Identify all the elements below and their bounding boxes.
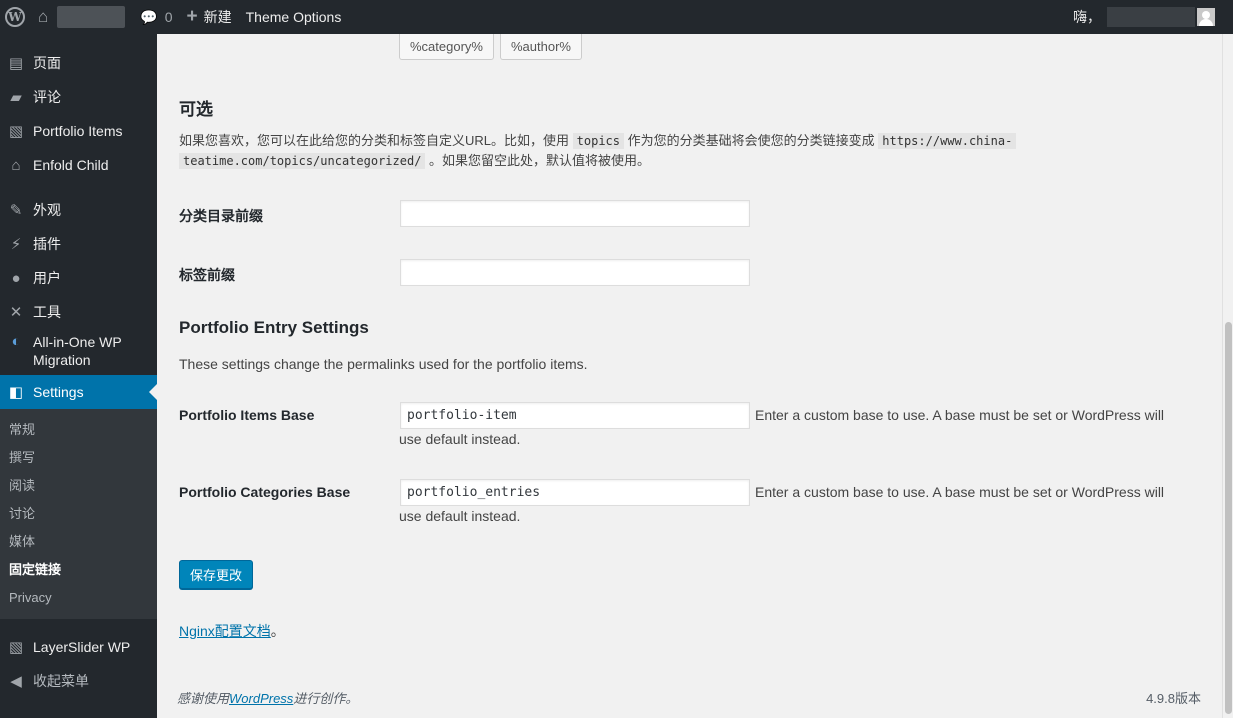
admin-bar: W ⌂ 💬 0 + 新建 Theme Options 嗨， (0, 0, 1233, 34)
sidebar-item-label: Settings (33, 384, 84, 400)
comment-icon: ▰ (10, 89, 22, 106)
sidebar-item-comments[interactable]: ▰ 评论 (0, 80, 157, 114)
sidebar-item-label: 用户 (33, 270, 61, 286)
sidebar-item-migration[interactable]: ◐ All-in-One WP Migration (0, 329, 157, 375)
sidebar-item-layerslider[interactable]: ▧ LayerSlider WP (0, 630, 157, 664)
sidebar-item-tools[interactable]: ✕ 工具 (0, 295, 157, 329)
submenu-discussion[interactable]: 讨论 (0, 500, 157, 528)
category-base-label: 分类目录前缀 (179, 208, 263, 224)
avatar (1197, 8, 1215, 26)
wordpress-logo-icon[interactable]: W (0, 0, 30, 34)
portfolio-heading: Portfolio Entry Settings (179, 318, 369, 337)
portfolio-categories-base-hint: Enter a custom base to use. A base must … (399, 484, 1165, 524)
user-account-menu[interactable]: 嗨， (1073, 0, 1233, 34)
save-changes-button[interactable]: 保存更改 (179, 560, 254, 589)
optional-heading: 可选 (179, 100, 213, 119)
wrench-icon: ✕ (9, 304, 23, 321)
theme-options-link[interactable]: Theme Options (239, 0, 349, 34)
collapse-label: 收起菜单 (33, 673, 89, 689)
tag-base-input[interactable] (400, 259, 750, 286)
collapse-arrow-icon: ◀ (10, 673, 22, 690)
nginx-suffix: 。 (270, 623, 285, 639)
desc-text: 如果您喜欢，您可以在此给您的分类和标签自定义URL。比如，使用 (179, 133, 570, 148)
footer-suffix: 进行创作。 (293, 691, 359, 706)
portfolio-items-base-label: Portfolio Items Base (179, 407, 315, 423)
sidebar-item-label: LayerSlider WP (33, 639, 131, 655)
comments-count: 0 (164, 9, 173, 25)
migration-icon: ◐ (11, 333, 21, 350)
plus-icon: + (186, 6, 198, 27)
page-icon: ▤ (8, 55, 24, 72)
settings-icon: ◧ (8, 384, 24, 401)
version-text: 4.9.8版本 (1146, 691, 1201, 706)
submenu-reading[interactable]: 阅读 (0, 472, 157, 500)
wordpress-link[interactable]: WordPress (229, 691, 293, 706)
admin-sidebar: ▤ 页面 ▰ 评论 ▧ Portfolio Items ⌂ Enfold Chi… (0, 34, 157, 718)
sidebar-item-users[interactable]: ● 用户 (0, 261, 157, 295)
scrollbar-thumb[interactable] (1225, 322, 1232, 714)
comments-link[interactable]: 💬 0 (133, 0, 179, 34)
sidebar-item-enfold-child[interactable]: ⌂ Enfold Child (0, 148, 157, 182)
plugin-icon: ⚡ (10, 236, 22, 253)
sidebar-item-label: 工具 (33, 304, 61, 320)
nginx-doc-link[interactable]: Nginx配置文档 (179, 623, 271, 639)
sidebar-item-plugins[interactable]: ⚡ 插件 (0, 227, 157, 261)
tag-base-label: 标签前缀 (179, 267, 235, 283)
brush-icon: ✎ (9, 202, 23, 219)
portfolio-categories-base-label: Portfolio Categories Base (179, 484, 351, 500)
code-example-url-cont: teatime.com/topics/uncategorized/ (179, 153, 426, 169)
submenu-writing[interactable]: 撰写 (0, 444, 157, 472)
nginx-doc-line: Nginx配置文档。 (179, 621, 285, 641)
sidebar-item-label: 页面 (33, 55, 61, 71)
submenu-privacy[interactable]: Privacy (0, 584, 157, 612)
sidebar-item-label: 评论 (33, 89, 61, 105)
sidebar-item-label: All-in-One WP Migration (33, 334, 122, 368)
portfolio-icon: ▧ (8, 123, 24, 140)
code-topics: topics (572, 133, 624, 149)
portfolio-description: These settings change the permalinks use… (179, 356, 588, 372)
optional-description: 如果您喜欢，您可以在此给您的分类和标签自定义URL。比如，使用 topics 作… (179, 131, 1039, 171)
sidebar-item-portfolio[interactable]: ▧ Portfolio Items (0, 114, 157, 148)
collapse-menu-button[interactable]: ◀ 收起菜单 (0, 664, 157, 698)
home-icon[interactable]: ⌂ (30, 0, 55, 34)
code-example-url: https://www.china- (878, 133, 1017, 149)
portfolio-items-base-hint: Enter a custom base to use. A base must … (399, 407, 1165, 447)
sidebar-item-label: 插件 (33, 236, 61, 252)
footer-prefix: 感谢使用 (177, 691, 230, 706)
tag-button-category[interactable]: %category% (399, 34, 494, 60)
sidebar-item-label: Enfold Child (33, 157, 109, 173)
category-base-input[interactable] (400, 200, 750, 227)
page-scrollbar[interactable] (1222, 34, 1233, 718)
submenu-permalinks[interactable]: 固定链接 (0, 556, 157, 584)
greeting: 嗨， (1073, 9, 1101, 25)
new-label: 新建 (203, 9, 232, 25)
site-name-redacted[interactable] (57, 6, 126, 28)
home-icon: ⌂ (11, 156, 21, 174)
sidebar-item-pages[interactable]: ▤ 页面 (0, 46, 157, 80)
tag-button-author[interactable]: %author% (499, 34, 582, 60)
footer-thanks: 感谢使用WordPress进行创作。 (177, 688, 358, 707)
submenu-general[interactable]: 常规 (0, 416, 157, 444)
submenu-media[interactable]: 媒体 (0, 528, 157, 556)
desc-text: 。如果您留空此处，默认值将被使用。 (429, 153, 651, 168)
sidebar-item-label: Portfolio Items (33, 123, 123, 139)
desc-text: 作为您的分类基础将会使您的分类链接变成 (627, 133, 875, 148)
settings-submenu: 常规 撰写 阅读 讨论 媒体 固定链接 Privacy (0, 409, 157, 619)
username-redacted (1107, 7, 1195, 27)
sidebar-item-appearance[interactable]: ✎ 外观 (0, 193, 157, 227)
layerslider-icon: ▧ (8, 639, 24, 656)
structure-tags: %category% %author% (399, 34, 582, 60)
new-content-menu[interactable]: + 新建 (180, 0, 239, 34)
sidebar-item-label: 外观 (33, 202, 61, 218)
user-icon: ● (11, 269, 21, 287)
comment-icon: 💬 (140, 8, 158, 25)
sidebar-item-settings[interactable]: ◧ Settings (0, 375, 157, 409)
